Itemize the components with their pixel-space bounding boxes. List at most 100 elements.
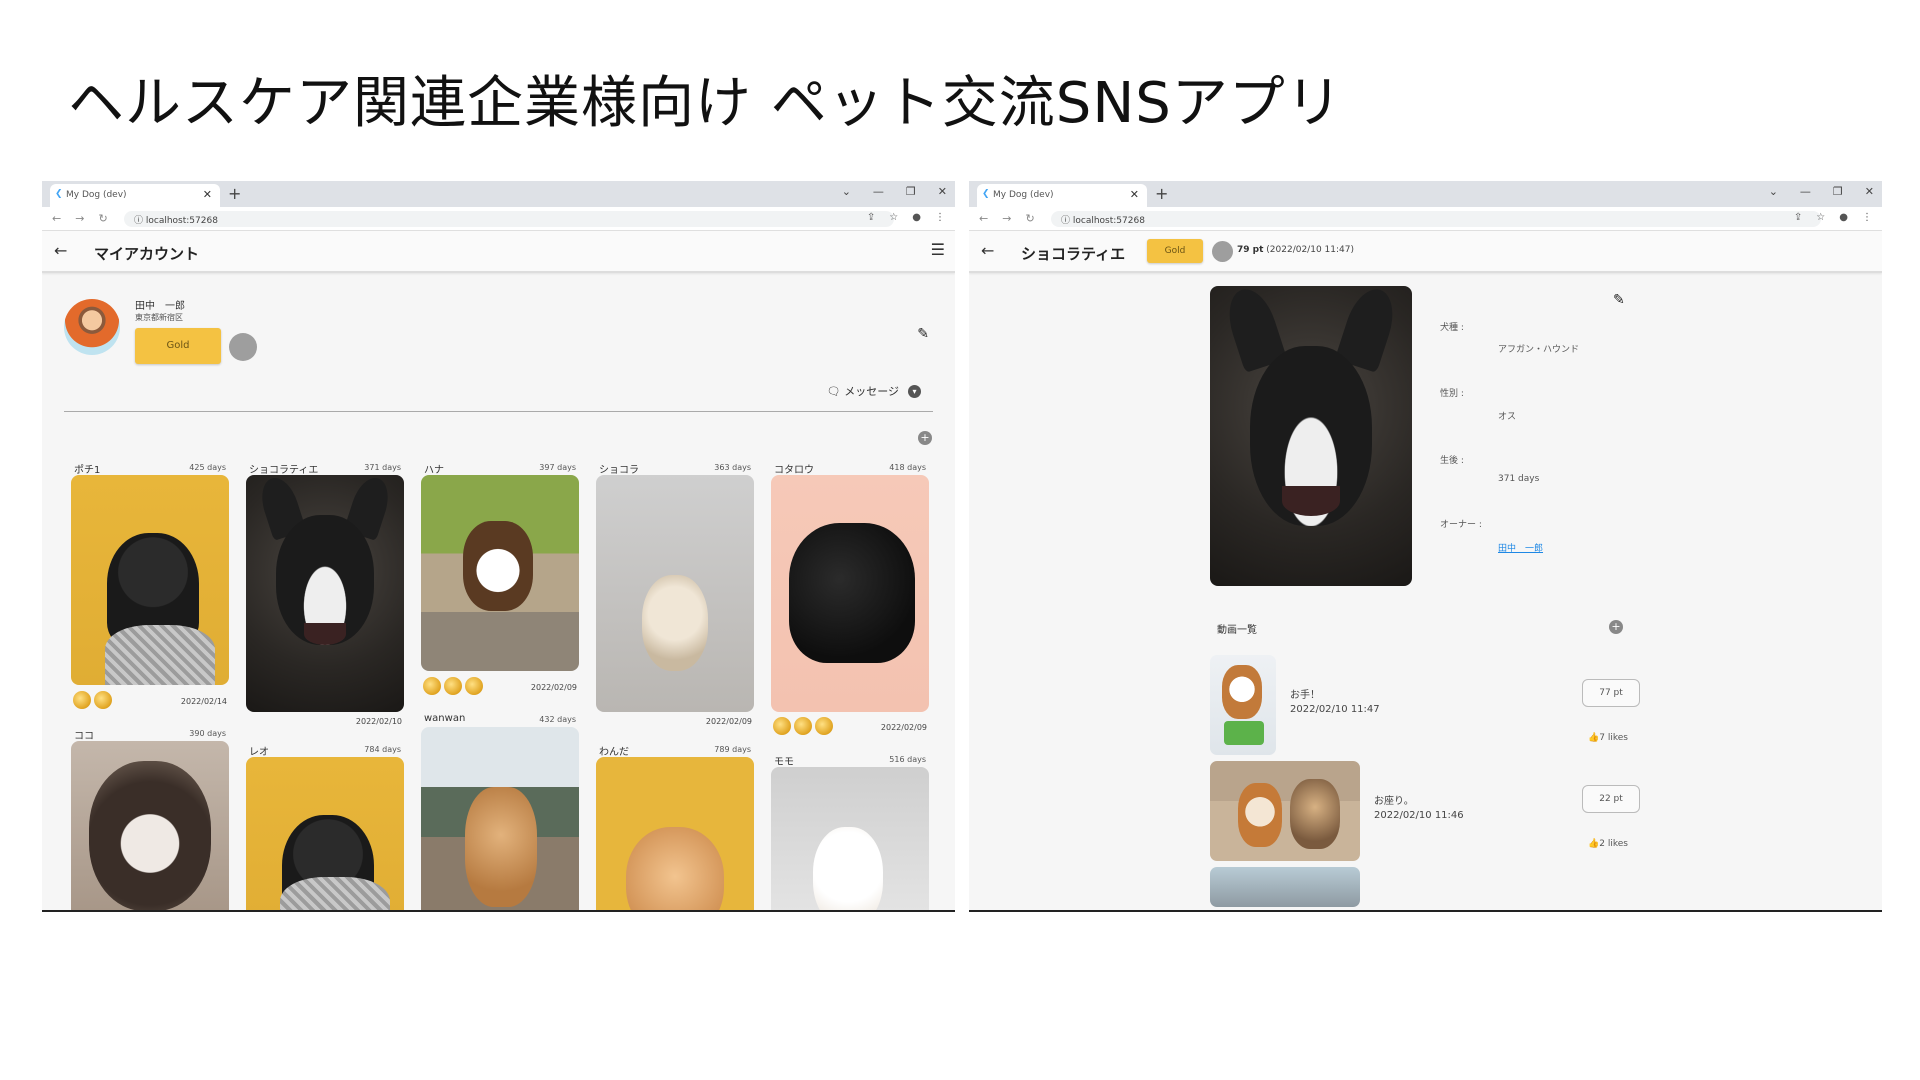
add-video-icon[interactable]: + [1609, 620, 1623, 634]
chat-bubble-icon: 🗨 [826, 385, 845, 398]
video-list-item[interactable]: お座り。 2022/02/10 11:46 22 pt 👍2 likes [1210, 761, 1640, 861]
sex-value: オス [1498, 412, 1517, 422]
edit-pencil-icon[interactable]: ✎ [1613, 292, 1625, 308]
points-button[interactable]: 22 pt [1582, 785, 1640, 813]
dog-name: ショコラティエ [249, 465, 319, 476]
edit-pencil-icon[interactable]: ✎ [917, 326, 929, 342]
avatar[interactable] [64, 299, 120, 355]
post-date: 2022/02/09 [705, 717, 752, 726]
more-menu-icon[interactable]: ⋮ [1862, 212, 1872, 223]
back-arrow-icon[interactable]: ← [979, 212, 988, 225]
rank-badge-button[interactable]: Gold [135, 328, 221, 364]
like-button[interactable]: 👍2 likes [1588, 839, 1628, 849]
profile-icon[interactable]: ● [912, 212, 921, 223]
video-list-item[interactable] [1210, 867, 1640, 910]
dog-age-days: 432 days [539, 715, 576, 724]
back-arrow-icon[interactable]: ← [52, 212, 61, 225]
dog-name: わんだ [599, 747, 629, 758]
browser-tab[interactable]: ❮ My Dog (dev) ✕ [977, 184, 1147, 207]
breed-label: 犬種 : [1440, 323, 1464, 333]
dog-name: ポチ1 [74, 465, 101, 476]
back-arrow-icon[interactable]: ← [54, 241, 67, 260]
minimize-icon[interactable]: — [873, 185, 884, 198]
thumbs-up-icon: 👍 [1588, 839, 1600, 849]
tab-search-icon[interactable]: ⌄ [842, 185, 851, 198]
owner-label: オーナー : [1440, 520, 1482, 530]
message-label: メッセージ [844, 385, 899, 398]
close-tab-icon[interactable]: ✕ [1130, 188, 1139, 201]
more-menu-icon[interactable]: ⋮ [935, 212, 945, 223]
dog-photo [596, 757, 754, 910]
window-controls: ⌄ — ❐ ✕ [842, 185, 947, 198]
user-name: 田中 一郎 [135, 301, 185, 312]
video-thumbnail[interactable] [1210, 867, 1360, 907]
medal-row [423, 677, 483, 695]
points-value: 79 pt [1237, 245, 1264, 255]
like-button[interactable]: 👍7 likes [1588, 733, 1628, 743]
dropdown-icon[interactable]: ▾ [908, 385, 921, 398]
video-time: 2022/02/10 11:47 [1290, 704, 1380, 715]
bookmark-star-icon[interactable]: ☆ [889, 212, 898, 223]
add-dog-icon[interactable]: + [918, 431, 932, 445]
dog-age-days: 397 days [539, 463, 576, 472]
address-bar: ← → ↻ ⓘ localhost:57268 ⇪ ☆ ● ⋮ [969, 207, 1882, 231]
back-arrow-icon[interactable]: ← [981, 241, 994, 260]
owner-link[interactable]: 田中 一郎 [1498, 541, 1543, 554]
minimize-icon[interactable]: — [1800, 185, 1811, 198]
share-icon[interactable]: ⇪ [867, 212, 875, 223]
slide-title: ヘルスケア関連企業様向け ペット交流SNSアプリ [68, 71, 1343, 136]
tab-strip: ❮ My Dog (dev) ✕ + ⌄ — ❐ ✕ [42, 181, 955, 207]
dog-photo [421, 475, 579, 671]
new-tab-button[interactable]: + [228, 184, 241, 203]
address-bar: ← → ↻ ⓘ localhost:57268 ⇪ ☆ ● ⋮ [42, 207, 955, 231]
points-time: (2022/02/10 11:47) [1266, 245, 1354, 255]
bookmark-star-icon[interactable]: ☆ [1816, 212, 1825, 223]
browser-tab[interactable]: ❮ My Dog (dev) ✕ [50, 184, 220, 207]
url-field[interactable]: ⓘ localhost:57268 [124, 211, 894, 227]
medal-icon [773, 717, 791, 735]
tab-search-icon[interactable]: ⌄ [1769, 185, 1778, 198]
reload-icon[interactable]: ↻ [1025, 212, 1034, 225]
close-window-icon[interactable]: ✕ [938, 185, 947, 198]
videos-section-title: 動画一覧 [1217, 625, 1257, 636]
window-controls: ⌄ — ❐ ✕ [1769, 185, 1874, 198]
dog-age-days: 363 days [714, 463, 751, 472]
dog-age-days: 516 days [889, 755, 926, 764]
flutter-icon: ❮ [55, 189, 63, 199]
dog-age-days: 425 days [189, 463, 226, 472]
reload-icon[interactable]: ↻ [98, 212, 107, 225]
video-list-item[interactable]: お手！ 2022/02/10 11:47 77 pt 👍7 likes [1210, 655, 1640, 755]
close-tab-icon[interactable]: ✕ [203, 188, 212, 201]
points-button[interactable]: 77 pt [1582, 679, 1640, 707]
age-value: 371 days [1498, 474, 1540, 484]
message-button[interactable]: 🗨 メッセージ [827, 383, 899, 399]
restore-icon[interactable]: ❐ [1833, 185, 1843, 198]
profile-section: 田中 一郎 東京都新宿区 Gold ✎ 🗨 メッセージ ▾ [42, 273, 955, 413]
close-window-icon[interactable]: ✕ [1865, 185, 1874, 198]
forward-arrow-icon[interactable]: → [1002, 212, 1011, 225]
video-title: お座り。 [1374, 796, 1414, 807]
profile-icon[interactable]: ● [1839, 212, 1848, 223]
age-label: 生後 : [1440, 456, 1464, 466]
share-icon[interactable]: ⇪ [1794, 212, 1802, 223]
dog-photo [71, 475, 229, 685]
dog-age-days: 418 days [889, 463, 926, 472]
restore-icon[interactable]: ❐ [906, 185, 916, 198]
dog-name: モモ [774, 757, 794, 768]
hamburger-menu-icon[interactable]: ☰ [931, 240, 945, 259]
medal-icon [94, 691, 112, 709]
page-title: マイアカウント [94, 245, 200, 263]
dog-detail-photo [1210, 286, 1412, 586]
url-field[interactable]: ⓘ localhost:57268 [1051, 211, 1821, 227]
url-text: localhost:57268 [145, 216, 218, 226]
sex-label: 性別 : [1440, 389, 1464, 399]
forward-arrow-icon[interactable]: → [75, 212, 84, 225]
video-thumbnail[interactable] [1210, 655, 1276, 755]
dog-photo [771, 767, 929, 910]
rank-badge-button[interactable]: Gold [1147, 239, 1203, 263]
like-count: 2 likes [1599, 839, 1628, 849]
new-tab-button[interactable]: + [1155, 184, 1168, 203]
dog-name: コタロウ [774, 465, 814, 476]
post-date: 2022/02/09 [880, 723, 927, 732]
video-thumbnail[interactable] [1210, 761, 1360, 861]
